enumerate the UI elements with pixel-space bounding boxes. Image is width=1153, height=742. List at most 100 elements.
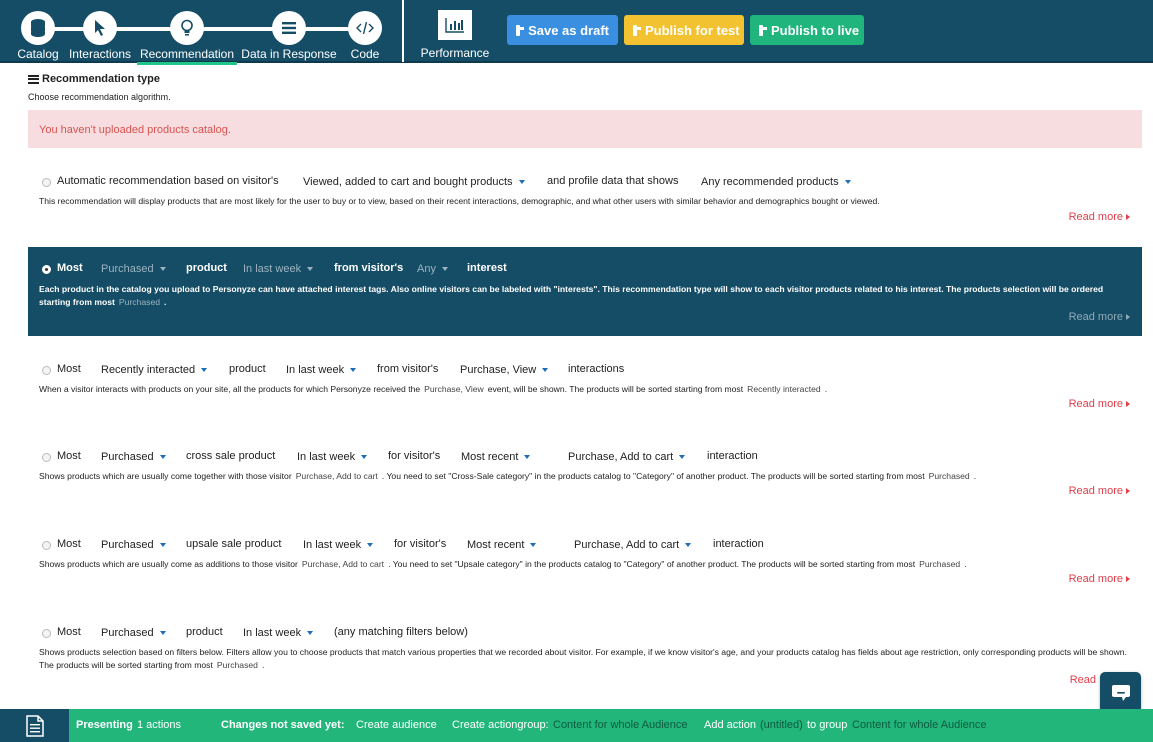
period-dropdown[interactable]: In last week <box>243 263 314 275</box>
option-description: This recommendation will display product… <box>39 196 880 206</box>
option-text: product <box>186 626 223 638</box>
desc-text: When a visitor interacts with products o… <box>39 384 421 394</box>
sort-dropdown[interactable]: Recently interacted <box>101 364 208 376</box>
sort-dropdown[interactable]: Purchased <box>101 451 166 463</box>
publish-test-button[interactable]: Publish for test <box>624 15 744 45</box>
presenting-count-link[interactable]: 1 actions <box>137 719 181 731</box>
option-description: When a visitor interacts with products o… <box>39 383 1129 396</box>
catalog-missing-alert: You haven't uploaded products catalog. <box>28 110 1142 148</box>
read-more-link[interactable]: Read <box>1070 674 1096 686</box>
period-dropdown[interactable]: In last week <box>297 451 368 463</box>
create-actiongroup-link[interactable]: Create actiongroup: <box>452 719 549 731</box>
period-dropdown[interactable]: In last week <box>243 627 314 639</box>
read-more-link[interactable]: Read more <box>1069 573 1130 585</box>
option-radio[interactable] <box>42 366 51 375</box>
add-action-link[interactable]: Add action <box>704 719 756 731</box>
option-radio[interactable] <box>42 265 51 274</box>
profile-data-dropdown[interactable]: Any recommended products <box>701 176 851 188</box>
step-interactions[interactable]: Interactions <box>50 9 150 63</box>
document-button[interactable] <box>0 709 69 742</box>
sort-dropdown[interactable]: Purchased <box>101 627 166 639</box>
toolbar-separator <box>402 0 404 62</box>
desc-text: Shows products which are usually come to… <box>39 471 292 481</box>
desc-text: Shows products which are usually come as… <box>39 559 298 569</box>
option-radio[interactable] <box>42 629 51 638</box>
dropdown-value: In last week <box>243 627 302 639</box>
create-audience-link[interactable]: Create audience <box>356 719 437 731</box>
interest-dropdown[interactable]: Any <box>417 263 448 275</box>
option-interactions[interactable]: Most Recently interacted product In last… <box>28 361 1142 416</box>
option-radio[interactable] <box>42 178 51 187</box>
read-more-link[interactable]: Read more <box>1069 311 1130 323</box>
option-text: Most <box>57 262 83 274</box>
dropdown-value: Purchased <box>101 627 154 639</box>
option-radio[interactable] <box>42 541 51 550</box>
step-code[interactable]: Code <box>315 9 415 63</box>
chat-button[interactable] <box>1100 672 1141 713</box>
chevron-down-icon <box>367 543 374 547</box>
desc-text: . <box>164 297 167 307</box>
option-text: Most <box>57 450 81 462</box>
floppy-icon <box>759 24 767 36</box>
option-cross-sale[interactable]: Most Purchased cross sale product In las… <box>28 448 1142 503</box>
dropdown-value: Any recommended products <box>701 176 839 188</box>
lightbulb-icon <box>170 11 204 45</box>
interaction-dropdown[interactable]: Purchase, Add to cart <box>568 451 686 463</box>
top-toolbar: Catalog Interactions Recommendation Data… <box>0 0 1153 65</box>
publish-live-button[interactable]: Publish to live <box>750 15 864 45</box>
caret-right-icon <box>1126 401 1130 407</box>
desc-text: event, will be shown. The products will … <box>487 384 744 394</box>
read-more-label: Read more <box>1068 398 1123 410</box>
period-dropdown[interactable]: In last week <box>286 364 357 376</box>
option-text: from visitor's <box>377 363 439 375</box>
option-text: product <box>186 262 227 274</box>
recency-dropdown[interactable]: Most recent <box>467 539 537 551</box>
floppy-icon <box>516 24 525 36</box>
option-radio[interactable] <box>42 453 51 462</box>
read-more-link[interactable]: Read more <box>1069 485 1130 497</box>
interaction-dropdown[interactable]: Purchase, Add to cart <box>574 539 692 551</box>
interaction-dropdown[interactable]: Purchase, View <box>460 364 549 376</box>
read-more-link[interactable]: Read more <box>1069 211 1130 223</box>
desc-text: . You need to set "Upsale category" in t… <box>388 559 916 569</box>
chevron-down-icon <box>159 631 166 635</box>
sort-dropdown[interactable]: Purchased <box>101 539 166 551</box>
desc-highlight: Purchase, Add to cart <box>295 471 378 481</box>
list-icon <box>28 74 39 84</box>
bar-chart-icon <box>438 10 472 40</box>
sort-dropdown[interactable]: Purchased <box>101 263 166 275</box>
section-subtitle: Choose recommendation algorithm. <box>28 92 171 102</box>
option-upsale[interactable]: Most Purchased upsale sale product In la… <box>28 536 1142 591</box>
option-line: Most Purchased cross sale product In las… <box>28 448 1142 466</box>
option-text: product <box>229 363 266 375</box>
desc-highlight: Purchased <box>118 297 161 307</box>
period-dropdown[interactable]: In last week <box>303 539 374 551</box>
save-draft-button[interactable]: Save as draft <box>507 15 618 45</box>
chevron-down-icon <box>307 631 314 635</box>
option-filters[interactable]: Most Purchased product In last week (any… <box>28 624 1142 688</box>
dropdown-value: Purchase, Add to cart <box>574 539 680 551</box>
option-text: cross sale product <box>186 450 276 462</box>
chevron-down-icon <box>350 368 357 372</box>
basis-dropdown[interactable]: Viewed, added to cart and bought product… <box>303 176 525 188</box>
option-interest[interactable]: Most Purchased product In last week from… <box>28 247 1142 336</box>
option-text: Most <box>57 626 81 638</box>
step-label: Code <box>350 47 380 61</box>
read-more-link[interactable]: Read more <box>1069 398 1130 410</box>
chevron-down-icon <box>542 368 549 372</box>
recency-dropdown[interactable]: Most recent <box>461 451 531 463</box>
publish-test-label: Publish for test <box>645 22 740 38</box>
chevron-down-icon <box>361 455 368 459</box>
desc-text: . <box>973 471 977 481</box>
chevron-down-icon <box>530 543 537 547</box>
desc-highlight: Purchased <box>928 471 970 481</box>
option-text: Most <box>57 538 81 550</box>
active-step-underline <box>137 62 237 65</box>
step-recommendation[interactable]: Recommendation <box>137 9 237 65</box>
desc-text: . You need to set "Cross-Sale category" … <box>381 471 925 481</box>
performance-button[interactable]: Performance <box>418 10 492 60</box>
desc-text: . <box>964 559 967 569</box>
option-automatic[interactable]: Automatic recommendation based on visito… <box>28 173 1142 233</box>
chevron-down-icon <box>524 455 531 459</box>
group-name: Content for whole Audience <box>852 719 987 731</box>
